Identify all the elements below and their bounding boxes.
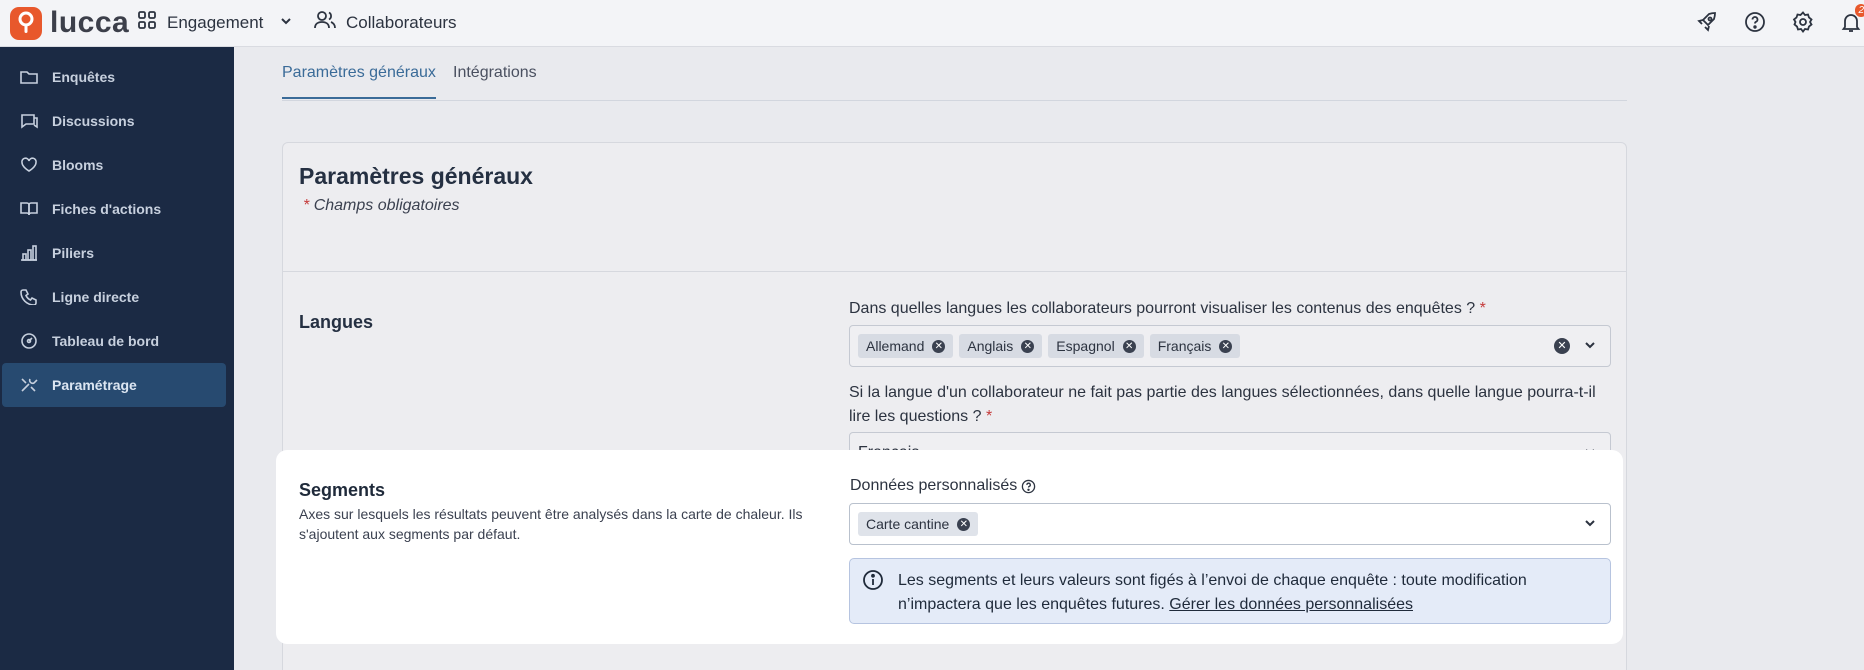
top-actions: 2 (1694, 4, 1864, 36)
help-icon[interactable] (1021, 479, 1036, 494)
logo-text: lucca (50, 6, 130, 39)
sidebar-item-label: Enquêtes (52, 69, 116, 85)
sidebar-item-parametrage[interactable]: Paramétrage (2, 363, 226, 407)
segments-panel: Segments Axes sur lesquels les résultats… (279, 453, 1620, 641)
remove-chip-icon[interactable]: ✕ (1122, 339, 1136, 353)
chip-label: Anglais (967, 338, 1014, 354)
chevron-down-icon[interactable] (1582, 515, 1598, 531)
segments-description: Axes sur lesquels les résultats peuvent … (299, 506, 803, 542)
segment-chip: Carte cantine ✕ (858, 512, 979, 536)
sidebar-item-fiches-actions[interactable]: Fiches d'actions (2, 187, 226, 231)
collaborators-link[interactable]: Collaborateurs (314, 10, 457, 35)
sidebar-item-discussions[interactable]: Discussions (2, 99, 226, 143)
dashboard-icon (21, 333, 37, 349)
chip-label: Français (1157, 338, 1212, 354)
languages-multiselect[interactable]: Allemand ✕ Anglais ✕ Espagnol ✕ Français ✕ ✕ (849, 325, 1611, 367)
chip-label: Carte cantine (866, 516, 950, 532)
chevron-down-icon[interactable] (1582, 337, 1598, 353)
page-title: Paramètres généraux (299, 163, 533, 189)
language-chip: Français ✕ (1149, 334, 1241, 358)
notification-badge: 2 (1855, 4, 1864, 17)
required-star: * (1479, 300, 1486, 317)
sidebar-item-tableau-de-bord[interactable]: Tableau de bord (2, 319, 226, 363)
divider (283, 271, 1626, 272)
chevron-down-icon (279, 13, 293, 33)
info-text: Les segments et leurs valeurs sont figés… (898, 569, 1603, 617)
lucca-logo[interactable]: lucca (10, 6, 129, 40)
collaborators-label: Collaborateurs (346, 12, 457, 32)
fallback-language-text: Si la langue d'un collaborateur ne fait … (849, 384, 1596, 425)
required-note: * Champs obligatoires (303, 197, 460, 215)
remove-chip-icon[interactable]: ✕ (957, 517, 971, 531)
grid-icon (137, 10, 157, 35)
chip-label: Espagnol (1056, 338, 1115, 354)
sidebar-item-blooms[interactable]: Blooms (2, 143, 226, 187)
settings-tools-icon (21, 378, 38, 392)
sidebar-item-label: Ligne directe (52, 289, 140, 305)
bar-chart-icon (21, 245, 37, 261)
manage-custom-data-link[interactable]: Gérer les données personnalisées (1169, 596, 1413, 613)
tab-parametres-generaux[interactable]: Paramètres généraux (282, 64, 436, 99)
language-chip: Anglais ✕ (959, 334, 1043, 358)
sidebar-item-ligne-directe[interactable]: Ligne directe (2, 275, 226, 319)
required-star: * (985, 408, 993, 425)
tab-integrations[interactable]: Intégrations (453, 64, 537, 97)
users-icon (314, 10, 336, 35)
custom-data-label: Données personnalisés (850, 477, 1036, 495)
remove-chip-icon[interactable]: ✕ (1021, 339, 1035, 353)
module-switcher[interactable]: Engagement (137, 10, 293, 35)
fallback-language-label: Si la langue d'un collaborateur ne fait … (849, 381, 1619, 429)
sidebar-item-label: Fiches d'actions (52, 201, 162, 217)
top-bar: lucca Engagement Collaborateurs 2 (0, 0, 1864, 47)
custom-data-multiselect[interactable]: Carte cantine ✕ (849, 503, 1611, 545)
sidebar: Enquêtes Discussions Blooms Fiches d'act… (0, 47, 234, 670)
sidebar-item-label: Piliers (52, 245, 95, 261)
info-icon (863, 570, 883, 590)
lucca-logo-icon (10, 6, 42, 40)
tab-bar: Paramètres généraux Intégrations (282, 47, 1627, 101)
language-chip: Allemand ✕ (858, 334, 954, 358)
sidebar-item-label: Discussions (52, 113, 135, 129)
phone-icon (20, 289, 37, 305)
segments-section-title: Segments (299, 480, 386, 500)
help-icon[interactable] (1742, 8, 1768, 36)
module-label: Engagement (167, 12, 264, 32)
rocket-icon[interactable] (1694, 8, 1720, 36)
chip-label: Allemand (866, 338, 925, 354)
sidebar-item-label: Blooms (52, 157, 104, 173)
book-icon (20, 202, 38, 216)
sidebar-item-enquetes[interactable]: Enquêtes (2, 55, 226, 99)
folder-icon (20, 71, 38, 84)
remove-chip-icon[interactable]: ✕ (1219, 339, 1233, 353)
language-chip: Espagnol ✕ (1048, 334, 1144, 358)
languages-section-title: Langues (299, 312, 374, 332)
gear-icon[interactable] (1790, 8, 1816, 36)
segments-info-callout: Les segments et leurs valeurs sont figés… (849, 558, 1611, 624)
remove-chip-icon[interactable]: ✕ (932, 339, 946, 353)
languages-question-text: Dans quelles langues les collaborateurs … (849, 300, 1476, 317)
required-star: * (303, 197, 310, 214)
heart-icon (21, 157, 37, 172)
bell-icon[interactable]: 2 (1838, 4, 1864, 36)
sidebar-item-label: Tableau de bord (52, 333, 160, 349)
clear-all-icon[interactable]: ✕ (1554, 338, 1570, 354)
sidebar-item-label: Paramétrage (52, 377, 137, 393)
custom-data-label-text: Données personnalisés (850, 477, 1018, 494)
chat-icon (21, 114, 38, 129)
languages-question-label: Dans quelles langues les collaborateurs … (849, 297, 1619, 321)
sidebar-item-piliers[interactable]: Piliers (2, 231, 226, 275)
required-note-text: Champs obligatoires (313, 197, 460, 214)
